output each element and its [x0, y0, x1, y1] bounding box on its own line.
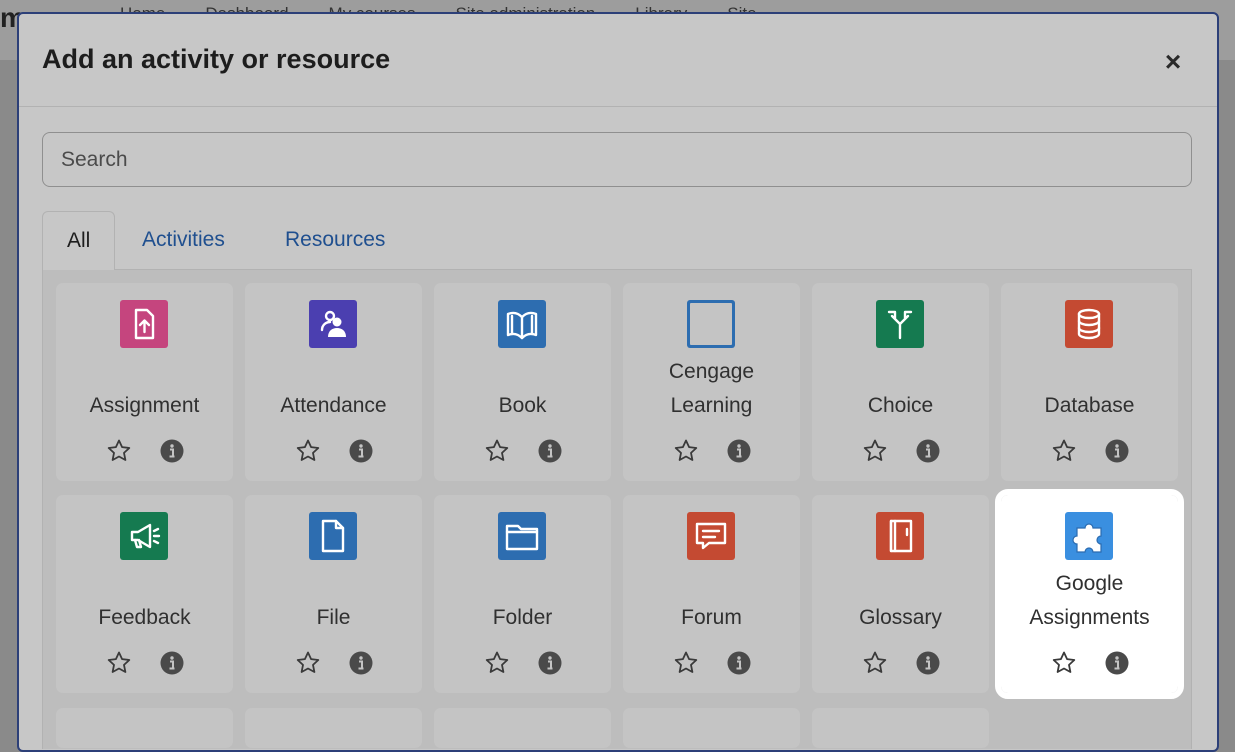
activity-card-partial[interactable] [623, 708, 800, 748]
activity-card[interactable]: Assignment [56, 283, 233, 481]
activity-name: Assignments [1029, 606, 1150, 629]
star-icon[interactable] [484, 438, 510, 464]
activity-name: Google [1055, 572, 1124, 595]
tab-resources[interactable]: Resources [261, 211, 409, 270]
activity-name: Database [1044, 394, 1135, 417]
activity-card[interactable]: Cengage Learning [623, 283, 800, 481]
modal-header: Add an activity or resource × [19, 14, 1217, 107]
tab-panel-all: Assignment Attendance Book Cengage Learning C… [42, 269, 1192, 749]
star-icon[interactable] [673, 438, 699, 464]
info-icon[interactable] [916, 439, 940, 463]
star-icon[interactable] [106, 438, 132, 464]
activity-name: Learning [670, 394, 753, 417]
activity-card-partial[interactable] [434, 708, 611, 748]
activity-card[interactable]: Folder [434, 495, 611, 693]
info-icon[interactable] [916, 651, 940, 675]
star-icon[interactable] [1051, 650, 1077, 676]
activity-name: Attendance [280, 394, 387, 417]
glossary-icon [876, 512, 924, 560]
info-icon[interactable] [1105, 439, 1129, 463]
activity-card-partial[interactable] [812, 708, 989, 748]
info-icon[interactable] [727, 439, 751, 463]
activity-name: Glossary [859, 606, 942, 629]
file-icon [309, 512, 357, 560]
star-icon[interactable] [862, 438, 888, 464]
choice-icon [876, 300, 924, 348]
folder-icon [498, 512, 546, 560]
activity-card[interactable]: Feedback [56, 495, 233, 693]
info-icon[interactable] [160, 651, 184, 675]
info-icon[interactable] [160, 439, 184, 463]
activity-name: Assignment [89, 394, 200, 417]
activity-card[interactable]: Google Assignments [995, 489, 1184, 699]
activity-card[interactable]: Glossary [812, 495, 989, 693]
search-input[interactable] [42, 132, 1192, 187]
forum-icon [687, 512, 735, 560]
activity-name: Folder [492, 606, 553, 629]
attendance-icon [309, 300, 357, 348]
activity-name: Choice [867, 394, 934, 417]
database-icon [1065, 300, 1113, 348]
assignment-icon [120, 300, 168, 348]
info-icon[interactable] [538, 651, 562, 675]
star-icon[interactable] [862, 650, 888, 676]
info-icon[interactable] [538, 439, 562, 463]
info-icon[interactable] [1105, 651, 1129, 675]
star-icon[interactable] [295, 438, 321, 464]
activity-name: Feedback [98, 606, 191, 629]
modal-title: Add an activity or resource [42, 44, 391, 74]
info-icon[interactable] [727, 651, 751, 675]
info-icon[interactable] [349, 439, 373, 463]
activity-name: Cengage [668, 360, 755, 383]
activity-card[interactable]: Book [434, 283, 611, 481]
activity-card-partial[interactable] [56, 708, 233, 748]
tab-bar: All Activities Resources [42, 211, 1192, 270]
activity-card[interactable]: File [245, 495, 422, 693]
star-icon[interactable] [484, 650, 510, 676]
activity-card[interactable]: Choice [812, 283, 989, 481]
star-icon[interactable] [1051, 438, 1077, 464]
close-button[interactable]: × [1159, 48, 1187, 76]
activity-card[interactable]: Attendance [245, 283, 422, 481]
info-icon[interactable] [349, 651, 373, 675]
star-icon[interactable] [295, 650, 321, 676]
feedback-icon [120, 512, 168, 560]
activity-card[interactable]: Database [1001, 283, 1178, 481]
cengage-icon [687, 300, 735, 348]
activity-name: Forum [681, 606, 742, 629]
activity-chooser-modal: Add an activity or resource × All Activi… [17, 12, 1219, 752]
activity-card-partial[interactable] [245, 708, 422, 748]
book-icon [498, 300, 546, 348]
star-icon[interactable] [673, 650, 699, 676]
star-icon[interactable] [106, 650, 132, 676]
activity-card[interactable]: Forum [623, 495, 800, 693]
activity-name: Book [498, 394, 547, 417]
activity-name: File [316, 606, 351, 629]
puzzle-icon [1065, 512, 1113, 560]
tab-all[interactable]: All [42, 211, 116, 270]
tab-activities[interactable]: Activities [118, 211, 249, 270]
